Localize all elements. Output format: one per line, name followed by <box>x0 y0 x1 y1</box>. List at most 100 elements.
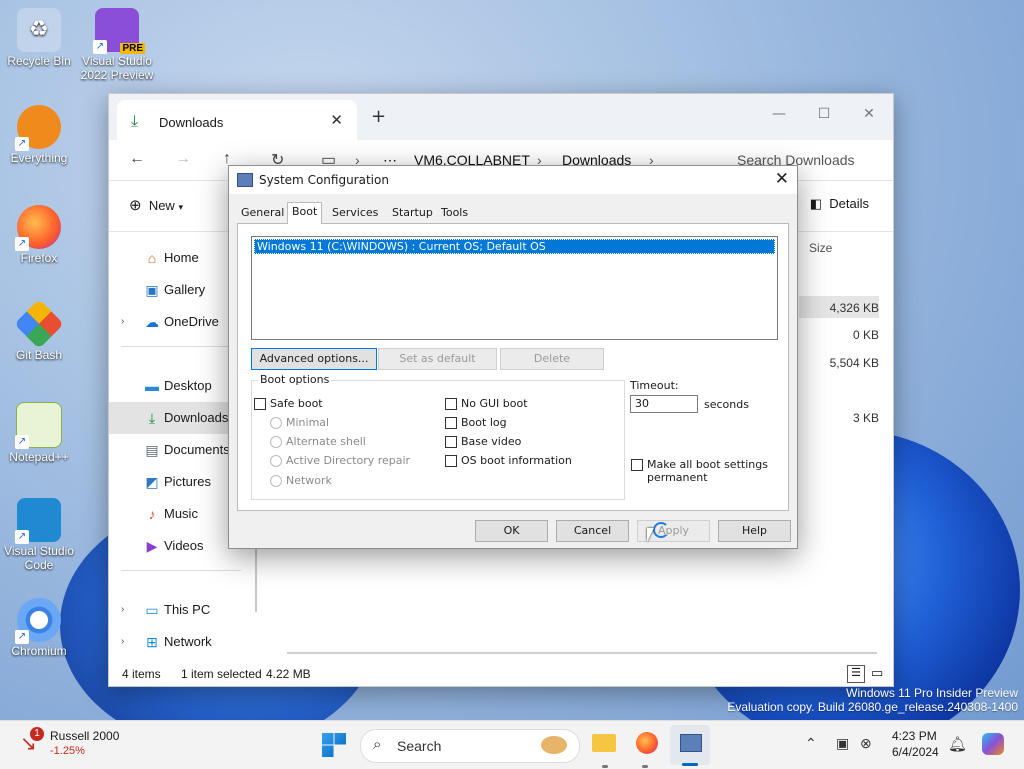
tab-services[interactable]: Services <box>328 204 382 222</box>
forward-icon[interactable]: → <box>175 150 191 168</box>
boot-options-label: Boot options <box>258 373 332 386</box>
desktop-icon-label: Chromium <box>11 644 67 658</box>
radio-label: Active Directory repair <box>286 454 411 467</box>
recycle-bin-icon: ♻ <box>17 8 61 52</box>
help-button[interactable]: Help <box>718 520 791 542</box>
os-list[interactable]: Windows 11 (C:\WINDOWS) : Current OS; De… <box>251 236 778 340</box>
chevron-right-icon[interactable]: › <box>121 594 124 626</box>
visual-studio-icon: PRE ↗ <box>93 8 145 54</box>
radio-minimal[interactable]: Minimal <box>270 416 329 429</box>
checkbox-label: Boot log <box>461 416 507 429</box>
tiles-view-icon[interactable]: ▭ <box>871 665 883 681</box>
desktop-icon-label: Everything <box>10 151 68 165</box>
chevron-right-icon[interactable]: › <box>121 306 124 338</box>
nav-item-this-pc[interactable]: › ▭ This PC <box>109 594 249 626</box>
advanced-options-button[interactable]: Advanced options... <box>251 348 377 370</box>
tab-tools[interactable]: Tools <box>437 204 472 222</box>
nav-label: Home <box>164 250 199 265</box>
radio-network[interactable]: Network <box>270 474 332 487</box>
stock-name[interactable]: Russell 2000 <box>50 729 119 743</box>
checkbox-box <box>445 435 457 448</box>
timeout-input[interactable]: 30 <box>630 395 698 413</box>
msconfig-icon <box>680 734 702 752</box>
radio-dot <box>270 416 282 429</box>
start-menu-icon[interactable] <box>322 733 346 757</box>
details-view-icon[interactable]: ☰ <box>847 665 865 683</box>
radio-active-directory-repair[interactable]: Active Directory repair <box>270 454 410 467</box>
delete-button[interactable]: Delete <box>500 348 604 370</box>
file-explorer-taskbar-icon[interactable] <box>592 734 616 752</box>
desktop-icon-visual-studio[interactable]: PRE ↗ Visual Studio 2022 Preview <box>79 8 155 82</box>
firefox-taskbar-icon[interactable] <box>636 732 658 754</box>
clock-time[interactable]: 4:23 PM <box>892 729 937 743</box>
make-permanent-checkbox[interactable]: Make all boot settings permanent <box>631 458 771 484</box>
nav-item-network[interactable]: › ⊞ Network <box>109 626 249 658</box>
taskbar-search[interactable]: ⌕ Search <box>360 729 580 763</box>
nav-label: Videos <box>164 538 204 553</box>
boot-tab-panel: Windows 11 (C:\WINDOWS) : Current OS; De… <box>237 223 789 511</box>
desktop-icon-everything[interactable]: ↗ Everything <box>1 105 77 165</box>
os-boot-information-checkbox[interactable]: OS boot information <box>445 454 572 467</box>
explorer-tab[interactable]: ⤓ Downloads ✕ <box>117 100 357 140</box>
cancel-button[interactable]: Cancel <box>556 520 629 542</box>
nav-label: Desktop <box>164 378 212 393</box>
desktop-icon-label: Firefox <box>20 251 58 265</box>
boot-log-checkbox[interactable]: Boot log <box>445 416 507 429</box>
notification-bell-icon[interactable]: 🔔︎ <box>948 735 967 753</box>
new-tab-icon[interactable]: + <box>371 106 386 127</box>
no-gui-boot-checkbox[interactable]: No GUI boot <box>445 397 528 410</box>
network-status-icon[interactable]: ▣ <box>836 735 849 752</box>
show-hidden-icons-icon[interactable]: ⌃ <box>805 735 817 752</box>
clock-date[interactable]: 6/4/2024 <box>892 745 939 759</box>
desktop-icon-label: Visual Studio Code <box>4 544 74 572</box>
shortcut-arrow-icon: ↗ <box>93 40 107 54</box>
desktop-icon-vscode[interactable]: ↗ Visual Studio Code <box>1 498 77 572</box>
new-button[interactable]: ⊕ New ▾ <box>129 196 183 214</box>
maximize-icon[interactable]: ☐ <box>804 100 844 128</box>
nav-label: Gallery <box>164 282 206 297</box>
desktop-icon-notepad-plus[interactable]: ↗ Notepad++ <box>1 402 77 464</box>
minimize-icon[interactable]: — <box>759 100 799 128</box>
desktop-icon-git-bash[interactable]: Git Bash <box>1 299 77 362</box>
stock-widget[interactable]: ↘ 1 <box>18 727 48 759</box>
set-as-default-button[interactable]: Set as default <box>378 348 497 370</box>
checkbox-label: Base video <box>461 435 522 448</box>
copilot-icon[interactable] <box>982 733 1004 755</box>
base-video-checkbox[interactable]: Base video <box>445 435 521 448</box>
tab-general[interactable]: General <box>237 204 288 222</box>
nav-label: Network <box>164 634 212 649</box>
close-tab-icon[interactable]: ✕ <box>330 111 343 129</box>
watermark-line: Windows 11 Pro Insider Preview <box>846 686 1018 700</box>
explorer-titlebar: ⤓ Downloads ✕ + — ☐ ✕ <box>109 94 893 140</box>
checkbox-label: Make all boot settings permanent <box>647 458 768 484</box>
git-bash-icon <box>14 299 64 349</box>
radio-alternate-shell[interactable]: Alternate shell <box>270 435 366 448</box>
details-button[interactable]: ◧ Details <box>810 196 869 212</box>
os-list-item[interactable]: Windows 11 (C:\WINDOWS) : Current OS; De… <box>254 239 775 254</box>
nav-label: OneDrive <box>164 314 219 329</box>
music-icon: ♪ <box>148 506 156 522</box>
back-icon[interactable]: ← <box>129 150 145 168</box>
plus-circle-icon: ⊕ <box>129 197 142 214</box>
tab-boot[interactable]: Boot <box>287 202 323 224</box>
desktop-icon-chromium[interactable]: ↗ Chromium <box>1 598 77 658</box>
home-icon: ⌂ <box>147 250 157 266</box>
safe-boot-checkbox[interactable]: Safe boot <box>254 397 323 410</box>
volume-muted-icon[interactable]: ⊗ <box>860 735 872 752</box>
documents-icon: ▤ <box>145 442 159 458</box>
close-icon[interactable]: ✕ <box>775 169 789 189</box>
dialog-title: System Configuration <box>259 173 389 187</box>
file-size: 0 KB <box>852 328 879 342</box>
msconfig-taskbar-button[interactable] <box>670 725 710 766</box>
desktop-icon-firefox[interactable]: ↗ Firefox <box>1 205 77 265</box>
ok-button[interactable]: OK <box>475 520 548 542</box>
horizontal-scrollbar[interactable] <box>287 652 877 654</box>
close-window-icon[interactable]: ✕ <box>849 100 889 128</box>
radio-label: Alternate shell <box>286 435 366 448</box>
tab-startup[interactable]: Startup <box>388 204 437 222</box>
status-item-count: 4 items <box>122 667 161 681</box>
desktop-icon-recycle-bin[interactable]: ♻ Recycle Bin <box>1 8 77 68</box>
chevron-right-icon[interactable]: › <box>121 626 124 658</box>
size-column-header[interactable]: Size <box>809 241 832 255</box>
taskbar: ↘ 1 Russell 2000 -1.25% ⌕ Search ⌃ ▣ ⊗ 4… <box>0 720 1024 769</box>
